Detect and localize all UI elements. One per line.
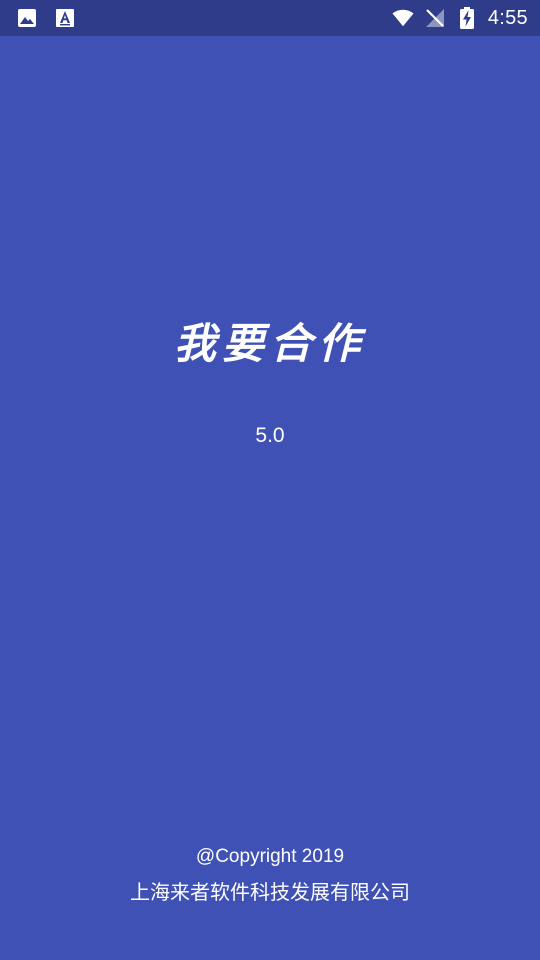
splash-screen: 4:55 我要合作 5.0 @Copyright 2019 上海来者软件科技发展…: [0, 0, 540, 960]
app-version: 5.0: [255, 424, 285, 447]
copyright-text: @Copyright 2019: [195, 846, 345, 867]
status-bar: 4:55: [0, 0, 540, 36]
text-notification-icon: [54, 7, 76, 29]
company-name: 上海来者软件科技发展有限公司: [130, 882, 410, 904]
wifi-icon: [392, 7, 414, 29]
image-notification-icon: [16, 7, 38, 29]
status-bar-system: 4:55: [382, 7, 528, 30]
battery-charging-icon: [456, 7, 478, 29]
footer: @Copyright 2019 上海来者软件科技发展有限公司: [0, 843, 540, 907]
no-signal-icon: [424, 7, 446, 29]
status-bar-notifications: [16, 7, 92, 29]
app-name-logo: 我要合作: [173, 319, 366, 368]
status-time: 4:55: [487, 6, 528, 29]
